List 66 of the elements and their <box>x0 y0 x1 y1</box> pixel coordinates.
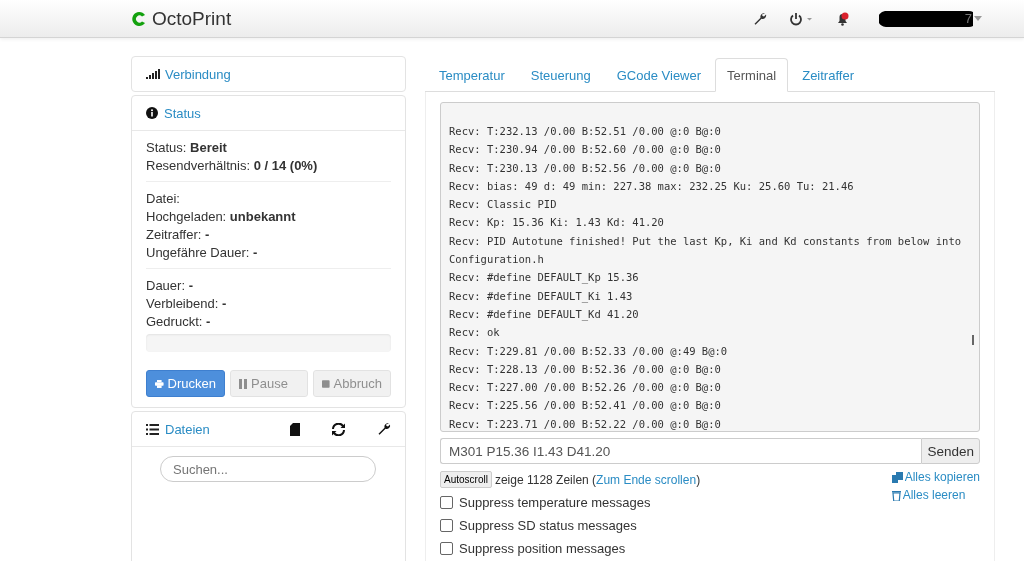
line-count-text: zeige 1128 Zeilen (Zum Ende scrollen) <box>494 472 701 487</box>
checkbox[interactable] <box>440 519 453 532</box>
power-icon[interactable] <box>788 11 813 26</box>
status-line: Gedruckt: - <box>146 314 211 329</box>
status-line: Ungefähre Dauer: - <box>146 245 258 260</box>
status-link[interactable]: Status <box>164 105 201 121</box>
option-label[interactable]: Suppress SD status messages <box>459 518 637 533</box>
terminal-line: Recv: T:223.71 /0.00 B:52.22 /0.00 @:0 B@:0 <box>449 416 722 431</box>
sd-card-icon[interactable] <box>290 422 300 436</box>
tab[interactable]: Terminal <box>715 58 789 92</box>
tab[interactable]: GCode Viewer <box>604 58 714 92</box>
terminal-line: Recv: Classic PID <box>449 197 558 213</box>
status-line: Status: Bereit <box>146 140 227 155</box>
clear-all-link[interactable]: Alles leeren <box>902 488 966 502</box>
status-line: Dauer: - <box>146 278 193 293</box>
terminal-line: Recv: T:230.13 /0.00 B:52.56 /0.00 @:0 B@:0 <box>449 160 722 176</box>
terminal-line: Recv: PID Autotune finished! Put the last Kp, Ki and Kd constants from below into Configuration.h <box>449 233 963 268</box>
list-icon <box>146 423 159 435</box>
trash-icon <box>891 489 901 501</box>
user-name[interactable]: 7 <box>964 11 972 26</box>
tab[interactable]: Zeitraffer <box>790 58 866 92</box>
send-button[interactable]: Senden <box>921 438 980 464</box>
tab[interactable]: Temperatur <box>427 58 517 92</box>
signal-icon <box>146 69 161 79</box>
terminal-line: Recv: T:227.00 /0.00 B:52.26 /0.00 @:0 B@:0 <box>449 380 722 396</box>
status-line: Resendverhältnis: 0 / 14 (0%) <box>146 158 318 173</box>
copy-icon <box>891 471 903 483</box>
option-label[interactable]: Suppress position messages <box>459 541 626 556</box>
terminal-line: Recv: #define DEFAULT_Kd 41.20 <box>449 306 640 323</box>
tab[interactable]: Steuerung <box>518 58 603 92</box>
status-line: Verbleibend: - <box>146 296 227 311</box>
terminal-line: Recv: T:225.56 /0.00 B:52.41 /0.00 @:0 B@:0 <box>449 398 722 414</box>
caret-icon[interactable] <box>974 16 982 21</box>
terminal-line: Recv: T:229.81 /0.00 B:52.33 /0.00 @:49 B@:0 <box>449 343 729 359</box>
checkbox[interactable] <box>440 542 453 555</box>
scroll-to-end-link[interactable]: Zum Ende scrollen <box>596 472 697 487</box>
stop-icon <box>322 378 330 389</box>
files-link[interactable]: Dateien <box>165 421 210 437</box>
wrench-icon[interactable] <box>377 422 391 436</box>
checkbox[interactable] <box>440 496 453 509</box>
terminal-line: Recv: ok <box>449 325 501 341</box>
status-line: Zeitraffer: - <box>146 227 210 242</box>
terminal-line: Recv: #define DEFAULT_Ki 1.43 <box>449 288 634 305</box>
terminal-line: Recv: Kp: 15.36 Ki: 1.43 Kd: 41.20 <box>449 215 665 231</box>
search-field[interactable]: Suchen... <box>160 456 376 482</box>
terminal-line: Recv: T:230.94 /0.00 B:52.60 /0.00 @:0 B@:0 <box>449 142 722 158</box>
status-line: Datei: <box>146 191 180 206</box>
autoscroll-button[interactable]: Autoscroll <box>440 471 492 488</box>
terminal-line: Recv: T:228.13 /0.00 B:52.36 /0.00 @:0 B@:0 <box>449 361 722 377</box>
brand-name[interactable]: OctoPrint <box>152 7 232 30</box>
option-label[interactable]: Suppress temperature messages <box>459 495 651 510</box>
scrollbar-thumb[interactable] <box>972 335 974 345</box>
terminal-line: Recv: #define DEFAULT_Kp 15.36 <box>449 270 640 286</box>
printer-icon <box>155 377 164 390</box>
command-field[interactable]: M301 P15.36 I1.43 D41.20 <box>440 438 922 464</box>
connection-link[interactable]: Verbindung <box>165 66 231 82</box>
print-button[interactable]: Drucken <box>146 370 225 397</box>
info-icon <box>146 107 158 119</box>
status-line: Hochgeladen: unbekannt <box>146 209 296 224</box>
wrench-icon[interactable] <box>752 11 767 26</box>
logo-icon <box>130 9 148 28</box>
copy-all-link[interactable]: Alles kopieren <box>904 470 980 484</box>
pause-icon <box>239 378 247 389</box>
terminal-line: Recv: T:232.13 /0.00 B:52.51 /0.00 @:0 B@:0 <box>449 124 722 139</box>
terminal-line: Recv: bias: 49 d: 49 min: 227.38 max: 232.25 Ku: 25.60 Tu: 21.46 <box>449 178 855 194</box>
refresh-icon[interactable] <box>332 422 345 436</box>
